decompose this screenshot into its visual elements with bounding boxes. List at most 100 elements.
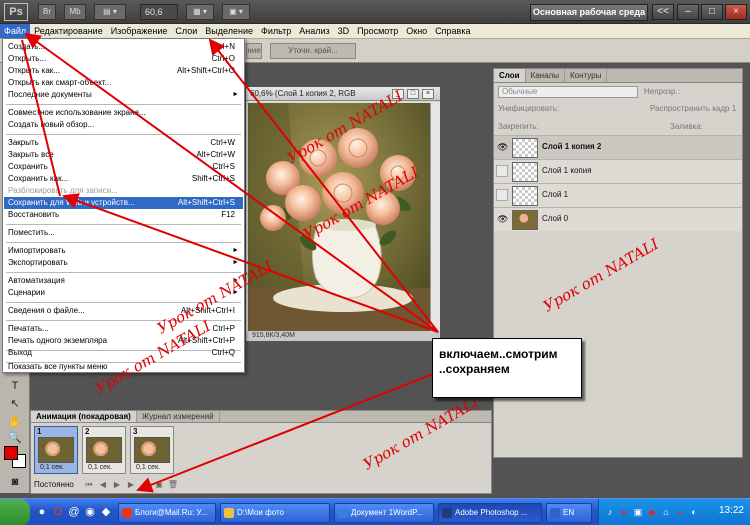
menu-item-open[interactable]: Открыть... Ctrl+O xyxy=(4,53,243,65)
tray-icon[interactable]: ◆ xyxy=(647,507,657,517)
menu-file[interactable]: Файл xyxy=(0,24,31,38)
menu-item-label: Выход xyxy=(8,348,32,357)
prev-frame-icon[interactable]: ◀ xyxy=(97,479,109,490)
first-frame-icon[interactable]: ⏮ xyxy=(83,479,95,490)
menu-filter[interactable]: Фильтр xyxy=(257,24,295,38)
eye-icon[interactable]: 👁 xyxy=(497,214,508,224)
layer-row[interactable]: Слой 1 xyxy=(494,183,742,207)
menu-item-exit[interactable]: Выход Ctrl+Q xyxy=(4,347,243,359)
doc-maximize-button[interactable]: □ xyxy=(407,89,419,99)
maximize-button[interactable]: □ xyxy=(701,4,723,20)
tab-channels[interactable]: Каналы xyxy=(526,69,565,82)
menu-layers[interactable]: Слои xyxy=(171,24,201,38)
visibility-toggle[interactable] xyxy=(496,189,508,201)
menu-item-export[interactable]: Экспортировать ► xyxy=(4,257,243,269)
menu-window[interactable]: Окно xyxy=(402,24,431,38)
delete-frame-icon[interactable]: 🗑 xyxy=(167,479,179,490)
menu-item-save-for-web[interactable]: Сохранить для Web и устройств... Alt+Shif… xyxy=(4,197,243,209)
menu-item-close[interactable]: Закрыть Ctrl+W xyxy=(4,137,243,149)
menu-view[interactable]: Просмотр xyxy=(353,24,402,38)
next-frame-icon[interactable]: ▶ xyxy=(125,479,137,490)
bridge-button[interactable]: Br xyxy=(38,4,56,20)
quick-launch-icon[interactable]: ● xyxy=(36,506,48,518)
frame-delay[interactable]: 0,1 сек. xyxy=(88,464,112,471)
skype-icon[interactable]: ◉ xyxy=(84,506,96,518)
screen-mode-button[interactable]: ▣ ▾ xyxy=(222,4,250,20)
menu-item-save-as[interactable]: Сохранить как... Shift+Ctrl+S xyxy=(4,173,243,185)
menu-item-revert[interactable]: Восстановить F12 xyxy=(4,209,243,221)
loop-select[interactable]: Постоянно xyxy=(34,479,78,490)
close-button[interactable]: × xyxy=(725,4,747,20)
refine-edge-button[interactable]: Уточн. край... xyxy=(270,43,356,59)
photoshop-icon xyxy=(442,508,452,518)
antivirus-icon[interactable]: ● xyxy=(619,507,629,517)
doc-close-button[interactable]: × xyxy=(422,89,434,99)
foreground-color-swatch[interactable] xyxy=(4,446,18,460)
menu-item-open-smart-object[interactable]: Открыть как смарт-объект... xyxy=(4,77,243,89)
network-icon[interactable]: ▣ xyxy=(633,507,643,517)
menu-item-automate[interactable]: Автоматизация ► xyxy=(4,275,243,287)
view-extras-button[interactable]: ▤ ▾ xyxy=(94,4,126,20)
menu-item-share-screen[interactable]: Совместное использование экрана... xyxy=(4,107,243,119)
blend-mode-select[interactable]: Обычные xyxy=(498,86,638,98)
menu-item-recent[interactable]: Последние документы ► xyxy=(4,89,243,101)
tray-icon[interactable]: ◒ xyxy=(675,507,685,517)
start-button[interactable] xyxy=(0,499,30,525)
tab-paths[interactable]: Контуры xyxy=(565,69,608,82)
tray-icon[interactable]: ◐ xyxy=(689,507,699,517)
mail-icon[interactable]: @ xyxy=(68,506,80,518)
menu-help[interactable]: Справка xyxy=(431,24,474,38)
taskbar-button[interactable]: D:\Мои фото xyxy=(220,503,330,523)
taskbar-button[interactable]: Блоги@Mail.Ru: У... xyxy=(118,503,216,523)
visibility-toggle[interactable] xyxy=(496,165,508,177)
tab-measurement-log[interactable]: Журнал измерений xyxy=(137,411,220,422)
menu-image[interactable]: Изображение xyxy=(107,24,172,38)
menu-analysis[interactable]: Анализ xyxy=(295,24,333,38)
menu-item-close-all[interactable]: Закрыть все Alt+Ctrl+W xyxy=(4,149,243,161)
animation-frame[interactable]: 3 0,1 сек. xyxy=(130,426,174,474)
frame-delay[interactable]: 0,1 сек. xyxy=(40,464,64,471)
menu-item-new-review[interactable]: Создать новый обзор... xyxy=(4,119,243,131)
zoom-tool-icon[interactable]: 🔍 xyxy=(6,431,24,445)
menu-3d[interactable]: 3D xyxy=(334,24,354,38)
tween-icon[interactable]: ■ xyxy=(139,479,151,490)
duplicate-frame-icon[interactable]: ▣ xyxy=(153,479,165,490)
frame-delay[interactable]: 0,1 сек. xyxy=(136,464,160,471)
menu-item-import[interactable]: Импортировать ► xyxy=(4,245,243,257)
arrange-documents-button[interactable]: ▦ ▾ xyxy=(186,4,214,20)
menu-select[interactable]: Выделение xyxy=(201,24,257,38)
quick-mask-icon[interactable]: ◙ xyxy=(6,475,24,489)
opera-icon[interactable]: O xyxy=(52,506,64,518)
eye-icon[interactable]: 👁 xyxy=(497,142,508,152)
expand-icon[interactable]: << xyxy=(652,4,674,20)
type-tool-icon[interactable]: T xyxy=(6,379,24,393)
volume-icon[interactable]: ♪ xyxy=(605,507,615,517)
play-icon[interactable]: ▶ xyxy=(111,479,123,490)
layer-row[interactable]: 👁 Слой 1 копия 2 xyxy=(494,135,742,159)
hand-tool-icon[interactable]: ✋ xyxy=(6,415,24,429)
menu-item-print-one-copy[interactable]: Печать одного экземпляра Alt+Shift+Ctrl+P xyxy=(4,335,243,347)
language-indicator[interactable]: EN xyxy=(546,503,592,523)
tray-icon[interactable]: ⌂ xyxy=(661,507,671,517)
mini-bridge-button[interactable]: Mb xyxy=(64,4,86,20)
animation-frame[interactable]: 1 0,1 сек. xyxy=(34,426,78,474)
document-vertical-scrollbar[interactable] xyxy=(430,103,440,331)
animation-frame[interactable]: 2 0,1 сек. xyxy=(82,426,126,474)
menu-item-new[interactable]: Создать... Ctrl+N xyxy=(4,41,243,53)
zoom-level[interactable]: 60,6 xyxy=(140,4,178,20)
layer-row[interactable]: 👁 Слой 0 xyxy=(494,207,742,231)
menu-item-save[interactable]: Сохранить Ctrl+S xyxy=(4,161,243,173)
menu-edit[interactable]: Редактирование xyxy=(30,24,107,38)
path-select-icon[interactable]: ↖ xyxy=(6,397,24,411)
minimize-button[interactable]: – xyxy=(677,4,699,20)
propagate-frame-checkbox[interactable]: Распространить кадр 1 xyxy=(650,103,736,115)
taskbar-button[interactable]: Adobe Photoshop ... xyxy=(438,503,542,523)
menu-item-open-as[interactable]: Открыть как... Alt+Shift+Ctrl+O xyxy=(4,65,243,77)
menu-item-place[interactable]: Поместить... xyxy=(4,227,243,239)
tab-animation[interactable]: Анимация (покадровая) xyxy=(31,411,137,422)
workspace-button[interactable]: Основная рабочая среда xyxy=(530,4,648,21)
taskbar-button[interactable]: Документ 1WordP... xyxy=(334,503,434,523)
layer-row[interactable]: Слой 1 копия xyxy=(494,159,742,183)
quick-launch-icon[interactable]: ◆ xyxy=(100,506,112,518)
tab-layers[interactable]: Слои xyxy=(494,69,526,82)
